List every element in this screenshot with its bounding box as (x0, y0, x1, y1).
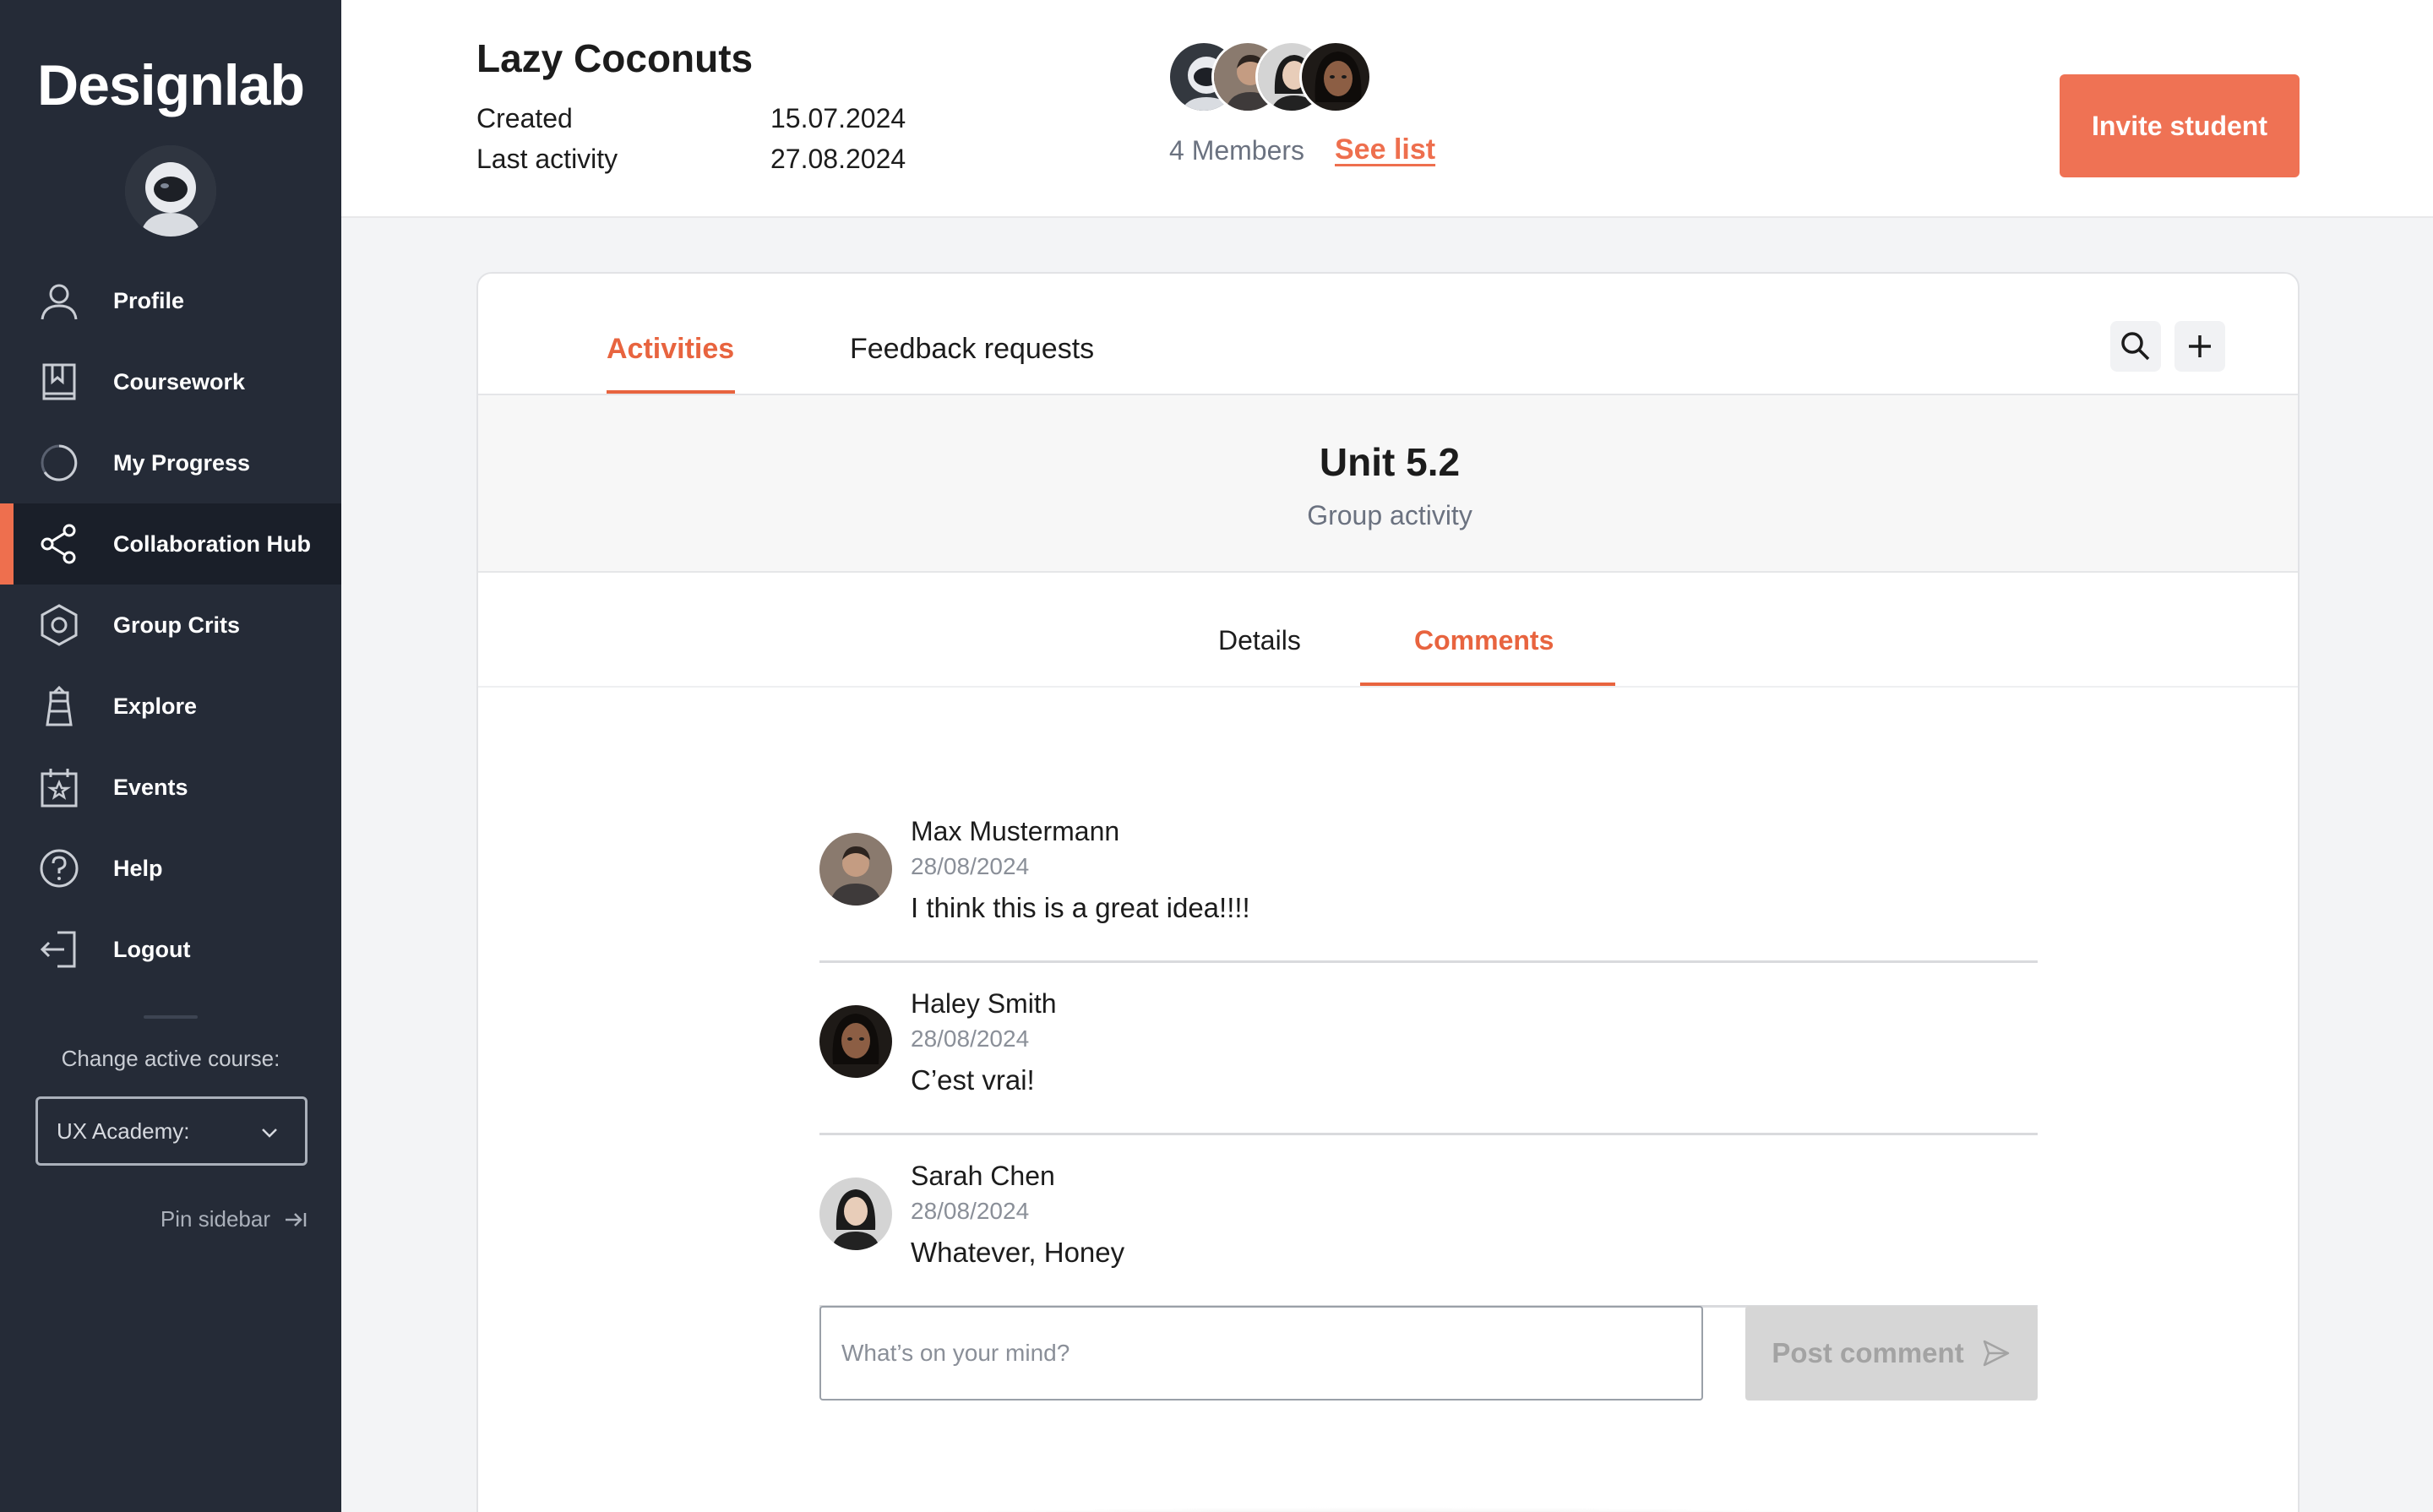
sidebar-item-label: My Progress (113, 449, 251, 476)
members-count: 4 Members (1169, 135, 1305, 166)
pin-sidebar-button[interactable]: Pin sidebar (161, 1206, 308, 1232)
pin-sidebar-label: Pin sidebar (160, 1206, 270, 1232)
comment-author: Sarah Chen (911, 1161, 1055, 1191)
person-photo-icon (819, 1178, 892, 1250)
comment-item: Max Mustermann 28/08/2024 I think this i… (819, 791, 2038, 963)
user-avatar[interactable] (125, 145, 216, 237)
sidebar-item-group-crits[interactable]: Group Crits (0, 585, 341, 666)
search-button[interactable] (2110, 321, 2161, 372)
comment-text: Whatever, Honey (911, 1237, 1125, 1268)
user-icon (41, 284, 78, 320)
comment-author: Max Mustermann (911, 816, 1120, 846)
chevron-down-icon (262, 1129, 277, 1138)
sidebar-item-logout[interactable]: Logout (0, 909, 341, 990)
search-icon (2121, 332, 2150, 361)
last-activity-value: 27.08.2024 (770, 144, 906, 174)
sidebar-item-label: Help (113, 855, 163, 881)
person-photo-icon (819, 833, 892, 906)
progress-ring-icon (41, 444, 78, 481)
change-course-label: Change active course: (61, 1046, 280, 1071)
comment-avatar (819, 833, 892, 906)
unit-subtitle: Group activity (1307, 500, 1472, 530)
sidebar-item-label: Explore (113, 693, 198, 719)
designlab-logo[interactable]: Designlab (0, 52, 341, 118)
collaboration-card: Activities Feedback requests Unit 5.2 Gr… (476, 272, 2300, 1512)
comment-date: 28/08/2024 (911, 853, 1030, 879)
comment-input[interactable] (819, 1306, 1703, 1401)
lighthouse-icon (46, 685, 73, 726)
comment-date: 28/08/2024 (911, 1198, 1030, 1224)
member-avatar (1299, 41, 1372, 113)
scroll-shadow (580, 1507, 2202, 1512)
person-photo-icon (1302, 43, 1369, 111)
comment-author: Haley Smith (911, 988, 1057, 1019)
unit-title: Unit 5.2 (1319, 440, 1461, 484)
sidebar-divider (144, 1015, 198, 1019)
comment-avatar (819, 1178, 892, 1250)
created-label: Created (476, 103, 573, 133)
comment-text: C’est vrai! (911, 1064, 1035, 1096)
tab-comments[interactable]: Comments (1414, 625, 1554, 656)
pin-arrow-icon (286, 1212, 307, 1226)
sidebar-item-coursework[interactable]: Coursework (0, 341, 341, 422)
sidebar: Designlab Profile Coursework My Progress… (0, 0, 341, 1512)
sidebar-item-my-progress[interactable]: My Progress (0, 422, 341, 503)
person-photo-icon (819, 1005, 892, 1078)
sidebar-item-label: Logout (113, 936, 191, 962)
sidebar-item-label: Collaboration Hub (113, 530, 311, 557)
add-button[interactable] (2174, 321, 2225, 372)
sidebar-item-help[interactable]: Help (0, 828, 341, 909)
sidebar-item-label: Group Crits (113, 612, 241, 638)
tab-feedback-requests[interactable]: Feedback requests (850, 333, 1094, 366)
group-title: Lazy Coconuts (476, 36, 754, 80)
share-nodes-icon (41, 524, 76, 564)
see-list-link[interactable]: See list (1335, 133, 1435, 166)
course-select[interactable]: UX Academy: (35, 1096, 308, 1166)
comment-avatar (819, 1005, 892, 1078)
last-activity-label: Last activity (476, 144, 618, 174)
plus-icon (2189, 335, 2211, 357)
sidebar-item-events[interactable]: Events (0, 747, 341, 828)
member-avatars[interactable] (1168, 41, 1387, 113)
calendar-star-icon (41, 769, 78, 808)
logout-icon (40, 931, 76, 968)
comment-date: 28/08/2024 (911, 1025, 1030, 1052)
sidebar-item-label: Coursework (113, 368, 246, 394)
send-icon (1983, 1340, 2009, 1367)
created-value: 15.07.2024 (770, 103, 906, 133)
astronaut-avatar-icon (125, 145, 216, 237)
unit-header: Unit 5.2 Group activity (478, 395, 2298, 573)
comment-item: Haley Smith 28/08/2024 C’est vrai! (819, 963, 2038, 1135)
comment-item: Sarah Chen 28/08/2024 Whatever, Honey (819, 1135, 2038, 1308)
tab-details[interactable]: Details (1218, 625, 1301, 656)
bookmark-book-icon (42, 363, 76, 400)
sidebar-item-label: Events (113, 774, 188, 800)
tab-activities[interactable]: Activities (607, 333, 734, 366)
hexagon-icon (41, 604, 78, 646)
subtabs-divider (478, 686, 2298, 688)
sidebar-item-collaboration-hub[interactable]: Collaboration Hub (0, 503, 341, 585)
sidebar-item-explore[interactable]: Explore (0, 666, 341, 747)
sidebar-item-label: Profile (113, 287, 185, 313)
course-select-value: UX Academy: (57, 1118, 190, 1144)
post-comment-button[interactable]: Post comment (1745, 1306, 2038, 1401)
sidebar-item-profile[interactable]: Profile (0, 260, 341, 341)
comment-text: I think this is a great idea!!!! (911, 892, 1250, 923)
post-comment-label: Post comment (1772, 1337, 1964, 1368)
group-header: Lazy Coconuts Created 15.07.2024 Last ac… (341, 0, 2433, 218)
invite-student-button[interactable]: Invite student (2060, 74, 2300, 177)
question-circle-icon (40, 849, 79, 888)
